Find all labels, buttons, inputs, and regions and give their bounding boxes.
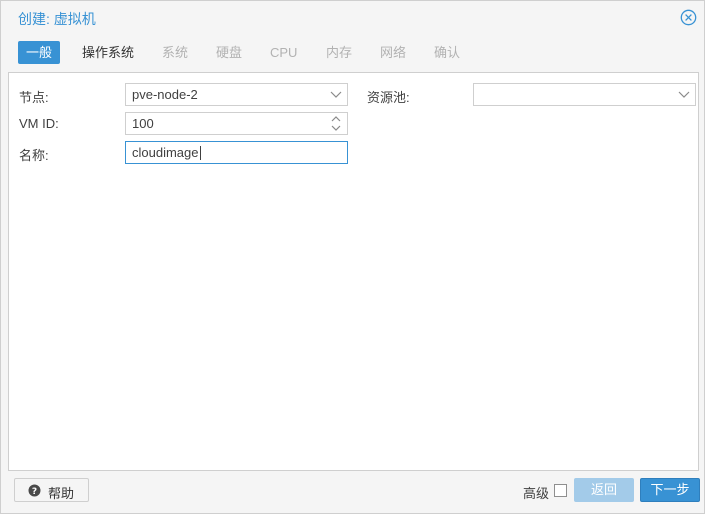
chevron-down-icon[interactable] [325,84,347,105]
chevron-down-icon[interactable] [673,84,695,105]
node-label: 节点: [19,90,49,105]
advanced-label: 高级 [523,486,550,501]
tab-disks[interactable]: 硬盘 [208,41,250,64]
node-select-value: pve-node-2 [132,87,198,102]
dialog-title: 创建: 虚拟机 [18,11,96,27]
close-icon[interactable] [680,9,697,26]
help-button[interactable]: ? 帮助 [14,478,89,502]
name-input-value: cloudimage [132,145,199,160]
tab-network[interactable]: 网络 [372,41,414,64]
help-button-label: 帮助 [48,486,75,501]
tab-os[interactable]: 操作系统 [74,41,142,64]
dialog-titlebar: 创建: 虚拟机 [1,1,704,35]
tab-cpu[interactable]: CPU [262,41,305,64]
advanced-checkbox[interactable] [554,484,567,497]
wizard-tabbar: 一般 操作系统 系统 硬盘 CPU 内存 网络 确认 [1,35,704,71]
next-button[interactable]: 下一步 [640,478,700,502]
text-caret [200,146,201,160]
create-vm-dialog: 创建: 虚拟机 一般 操作系统 系统 硬盘 CPU 内存 网络 确认 节点: p… [0,0,705,514]
tab-general[interactable]: 一般 [18,41,61,64]
vmid-input[interactable]: 100 [125,112,348,135]
pool-label: 资源池: [367,90,410,105]
tab-confirm[interactable]: 确认 [426,41,468,64]
tab-system[interactable]: 系统 [154,41,196,64]
pool-select[interactable] [473,83,696,106]
vmid-label: VM ID: [19,116,59,131]
general-form-panel: 节点: pve-node-2 VM ID: 100 名称: cloudimage [8,72,699,471]
tab-memory[interactable]: 内存 [318,41,360,64]
dialog-footer: ? 帮助 高级 返回 下一步 [1,472,704,513]
svg-text:?: ? [32,487,37,497]
vmid-input-value: 100 [132,116,154,131]
question-circle-icon: ? [28,484,41,497]
name-input[interactable]: cloudimage [125,141,348,164]
node-select[interactable]: pve-node-2 [125,83,348,106]
spinner-arrows-icon[interactable] [325,113,347,134]
back-button[interactable]: 返回 [574,478,634,502]
name-label: 名称: [19,148,49,163]
